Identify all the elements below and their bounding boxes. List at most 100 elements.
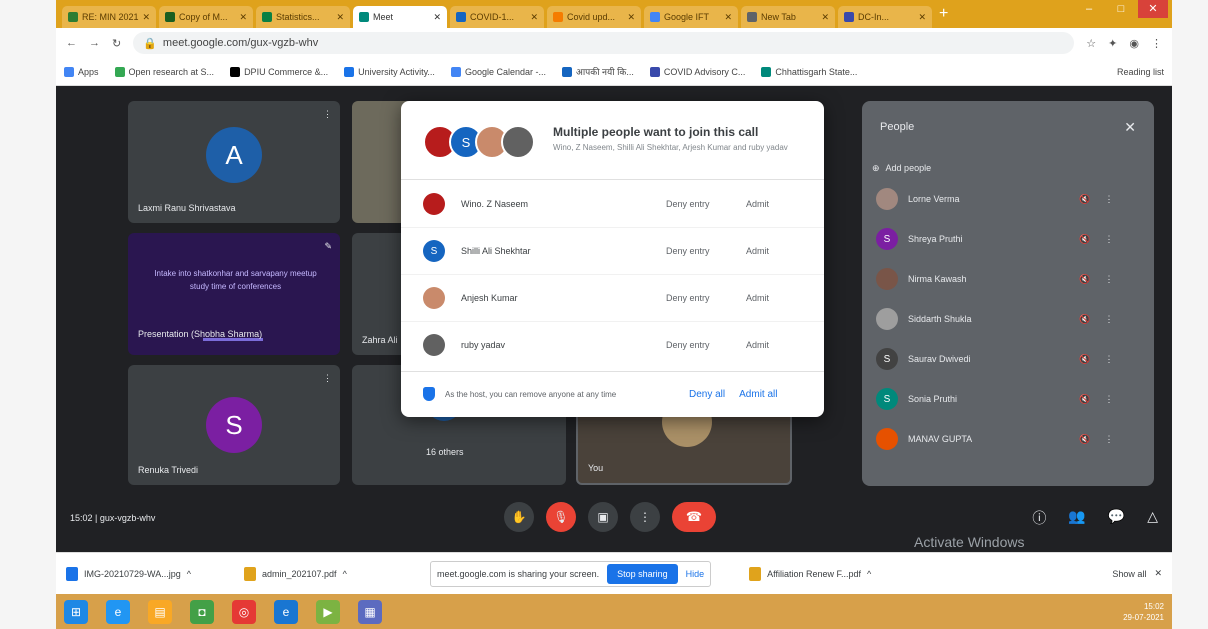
store-icon[interactable]: ◘ bbox=[190, 599, 214, 624]
admit-button[interactable]: Admit bbox=[746, 340, 769, 350]
deny-entry-button[interactable]: Deny entry bbox=[666, 340, 736, 350]
deny-entry-button[interactable]: Deny entry bbox=[666, 199, 736, 209]
close-icon[interactable]: ✕ bbox=[1124, 119, 1136, 136]
browser-tab[interactable]: New Tab ✕ bbox=[741, 6, 835, 28]
browser-tab[interactable]: Meet ✕ bbox=[353, 6, 447, 28]
end-call-button[interactable]: ☎ bbox=[672, 502, 716, 532]
bookmark-item[interactable]: Google Calendar -... bbox=[450, 66, 546, 77]
ie-icon[interactable]: e bbox=[106, 599, 130, 624]
admit-all-button[interactable]: Admit all bbox=[739, 389, 777, 400]
participant-row[interactable]: S Saurav Dwivedi 🔇 ⋮ bbox=[876, 341, 1146, 377]
browser-tab[interactable]: Covid upd... ✕ bbox=[547, 6, 641, 28]
add-people-button[interactable]: ⊕ Add people bbox=[872, 163, 931, 174]
stop-sharing-button[interactable]: Stop sharing bbox=[607, 563, 678, 584]
bookmark-item[interactable]: University Activity... bbox=[344, 66, 435, 77]
close-tab-icon[interactable]: ✕ bbox=[530, 12, 538, 23]
show-all-button[interactable]: Show all bbox=[1112, 569, 1146, 579]
reload-icon[interactable]: ↻ bbox=[112, 37, 121, 50]
more-vert-icon[interactable]: ⋮ bbox=[1097, 354, 1121, 365]
admit-button[interactable]: Admit bbox=[746, 293, 769, 303]
reading-list[interactable]: Reading list bbox=[1117, 67, 1164, 77]
participant-row[interactable]: Lorne Verma 🔇 ⋮ bbox=[876, 181, 1146, 217]
more-vert-icon[interactable]: ⋮ bbox=[1097, 194, 1121, 205]
menu-icon[interactable]: ⋮ bbox=[1151, 37, 1162, 50]
mic-muted-icon[interactable]: 🔇 bbox=[1073, 234, 1097, 245]
forward-icon[interactable]: → bbox=[89, 37, 100, 49]
bookmark-item[interactable]: Apps bbox=[64, 66, 99, 77]
url-input[interactable]: 🔒 meet.google.com/gux-vgzb-whv bbox=[133, 32, 1075, 54]
download-item[interactable]: IMG-20210729-WA...jpg ^ bbox=[66, 566, 236, 581]
participant-row[interactable]: Siddarth Shukla 🔇 ⋮ bbox=[876, 301, 1146, 337]
participant-row[interactable]: MANAV GUPTA 🔇 ⋮ bbox=[876, 421, 1146, 457]
bookmark-item[interactable]: COVID Advisory C... bbox=[649, 66, 745, 77]
media-icon[interactable]: ▶ bbox=[316, 599, 340, 624]
close-tab-icon[interactable]: ✕ bbox=[821, 12, 829, 23]
browser-tab[interactable]: COVID-1... ✕ bbox=[450, 6, 544, 28]
mic-muted-icon[interactable]: 🔇 bbox=[1073, 274, 1097, 285]
new-tab-button[interactable]: + bbox=[939, 5, 948, 23]
maximize-button[interactable]: □ bbox=[1106, 0, 1136, 18]
bookmark-item[interactable]: Chhattisgarh State... bbox=[761, 66, 857, 77]
file-explorer-icon[interactable]: ▤ bbox=[148, 599, 172, 624]
admit-button[interactable]: Admit bbox=[746, 199, 769, 209]
close-tab-icon[interactable]: ✕ bbox=[336, 12, 344, 23]
info-icon[interactable]: ⓘ bbox=[1032, 508, 1046, 528]
close-tab-icon[interactable]: ✕ bbox=[433, 12, 441, 23]
close-tab-icon[interactable]: ✕ bbox=[239, 12, 247, 23]
deny-all-button[interactable]: Deny all bbox=[689, 389, 725, 400]
close-tab-icon[interactable]: ✕ bbox=[627, 12, 635, 23]
mic-muted-icon[interactable]: 🔇 bbox=[1073, 394, 1097, 405]
deny-entry-button[interactable]: Deny entry bbox=[666, 293, 736, 303]
close-window-button[interactable]: ✕ bbox=[1138, 0, 1168, 18]
browser-tab[interactable]: DC-In... ✕ bbox=[838, 6, 932, 28]
browser-tab[interactable]: Statistics... ✕ bbox=[256, 6, 350, 28]
participant-row[interactable]: S Shreya Pruthi 🔇 ⋮ bbox=[876, 221, 1146, 257]
hide-button[interactable]: Hide bbox=[686, 569, 705, 579]
download-item[interactable]: admin_202107.pdf ^ bbox=[244, 566, 414, 581]
deny-entry-button[interactable]: Deny entry bbox=[666, 246, 736, 256]
browser-tab[interactable]: Google IFT ✕ bbox=[644, 6, 738, 28]
close-tab-icon[interactable]: ✕ bbox=[918, 12, 926, 23]
calendar-icon[interactable]: ▦ bbox=[358, 599, 382, 624]
edge-icon[interactable]: e bbox=[274, 599, 298, 624]
mic-muted-icon[interactable]: 🔇 bbox=[1073, 354, 1097, 365]
activities-icon[interactable]: △ bbox=[1147, 508, 1158, 528]
more-options-button[interactable]: ⋮ bbox=[630, 502, 660, 532]
bookmark-item[interactable]: DPIU Commerce &... bbox=[230, 66, 328, 77]
mic-muted-icon[interactable]: 🔇 bbox=[1073, 434, 1097, 445]
chrome-icon[interactable]: ◎ bbox=[232, 599, 256, 624]
minimize-button[interactable]: – bbox=[1074, 0, 1104, 18]
star-icon[interactable]: ☆ bbox=[1086, 37, 1096, 50]
participant-row[interactable]: Nirma Kawash 🔇 ⋮ bbox=[876, 261, 1146, 297]
participant-row[interactable]: S Sonia Pruthi 🔇 ⋮ bbox=[876, 381, 1146, 417]
more-vert-icon[interactable]: ⋮ bbox=[1097, 394, 1121, 405]
close-tab-icon[interactable]: ✕ bbox=[724, 12, 732, 23]
mic-button[interactable]: 🎙 bbox=[546, 502, 576, 532]
people-icon[interactable]: 👥 bbox=[1068, 508, 1085, 528]
chevron-up-icon[interactable]: ^ bbox=[867, 569, 871, 579]
chat-icon[interactable]: 💬 bbox=[1108, 508, 1125, 528]
mic-muted-icon[interactable]: 🔇 bbox=[1073, 314, 1097, 325]
more-vert-icon[interactable]: ⋮ bbox=[1097, 274, 1121, 285]
close-tab-icon[interactable]: ✕ bbox=[143, 12, 151, 23]
browser-tab[interactable]: Copy of M... ✕ bbox=[159, 6, 253, 28]
back-icon[interactable]: ← bbox=[66, 37, 77, 49]
profile-icon[interactable]: ◉ bbox=[1129, 37, 1139, 50]
close-icon[interactable]: ✕ bbox=[1154, 568, 1162, 579]
more-vert-icon[interactable]: ⋮ bbox=[1097, 434, 1121, 445]
chevron-up-icon[interactable]: ^ bbox=[187, 569, 191, 579]
bookmark-item[interactable]: आपकी नयी कि... bbox=[561, 65, 634, 78]
present-button[interactable]: ▣ bbox=[588, 502, 618, 532]
download-item[interactable]: Affiliation Renew F...pdf ^ bbox=[749, 566, 919, 581]
chevron-up-icon[interactable]: ^ bbox=[343, 569, 347, 579]
windows-start-icon[interactable]: ⊞ bbox=[64, 599, 88, 624]
admit-button[interactable]: Admit bbox=[746, 246, 769, 256]
raise-hand-button[interactable]: ✋ bbox=[504, 502, 534, 532]
mic-muted-icon[interactable]: 🔇 bbox=[1073, 194, 1097, 205]
extensions-icon[interactable]: ✦ bbox=[1108, 37, 1117, 50]
more-vert-icon[interactable]: ⋮ bbox=[1097, 314, 1121, 325]
more-vert-icon[interactable]: ⋮ bbox=[1097, 234, 1121, 245]
browser-tab[interactable]: RE: MIN 2021 ✕ bbox=[62, 6, 156, 28]
bookmark-item[interactable]: Open research at S... bbox=[114, 66, 214, 77]
system-clock[interactable]: 15:02 29-07-2021 bbox=[1123, 601, 1164, 623]
